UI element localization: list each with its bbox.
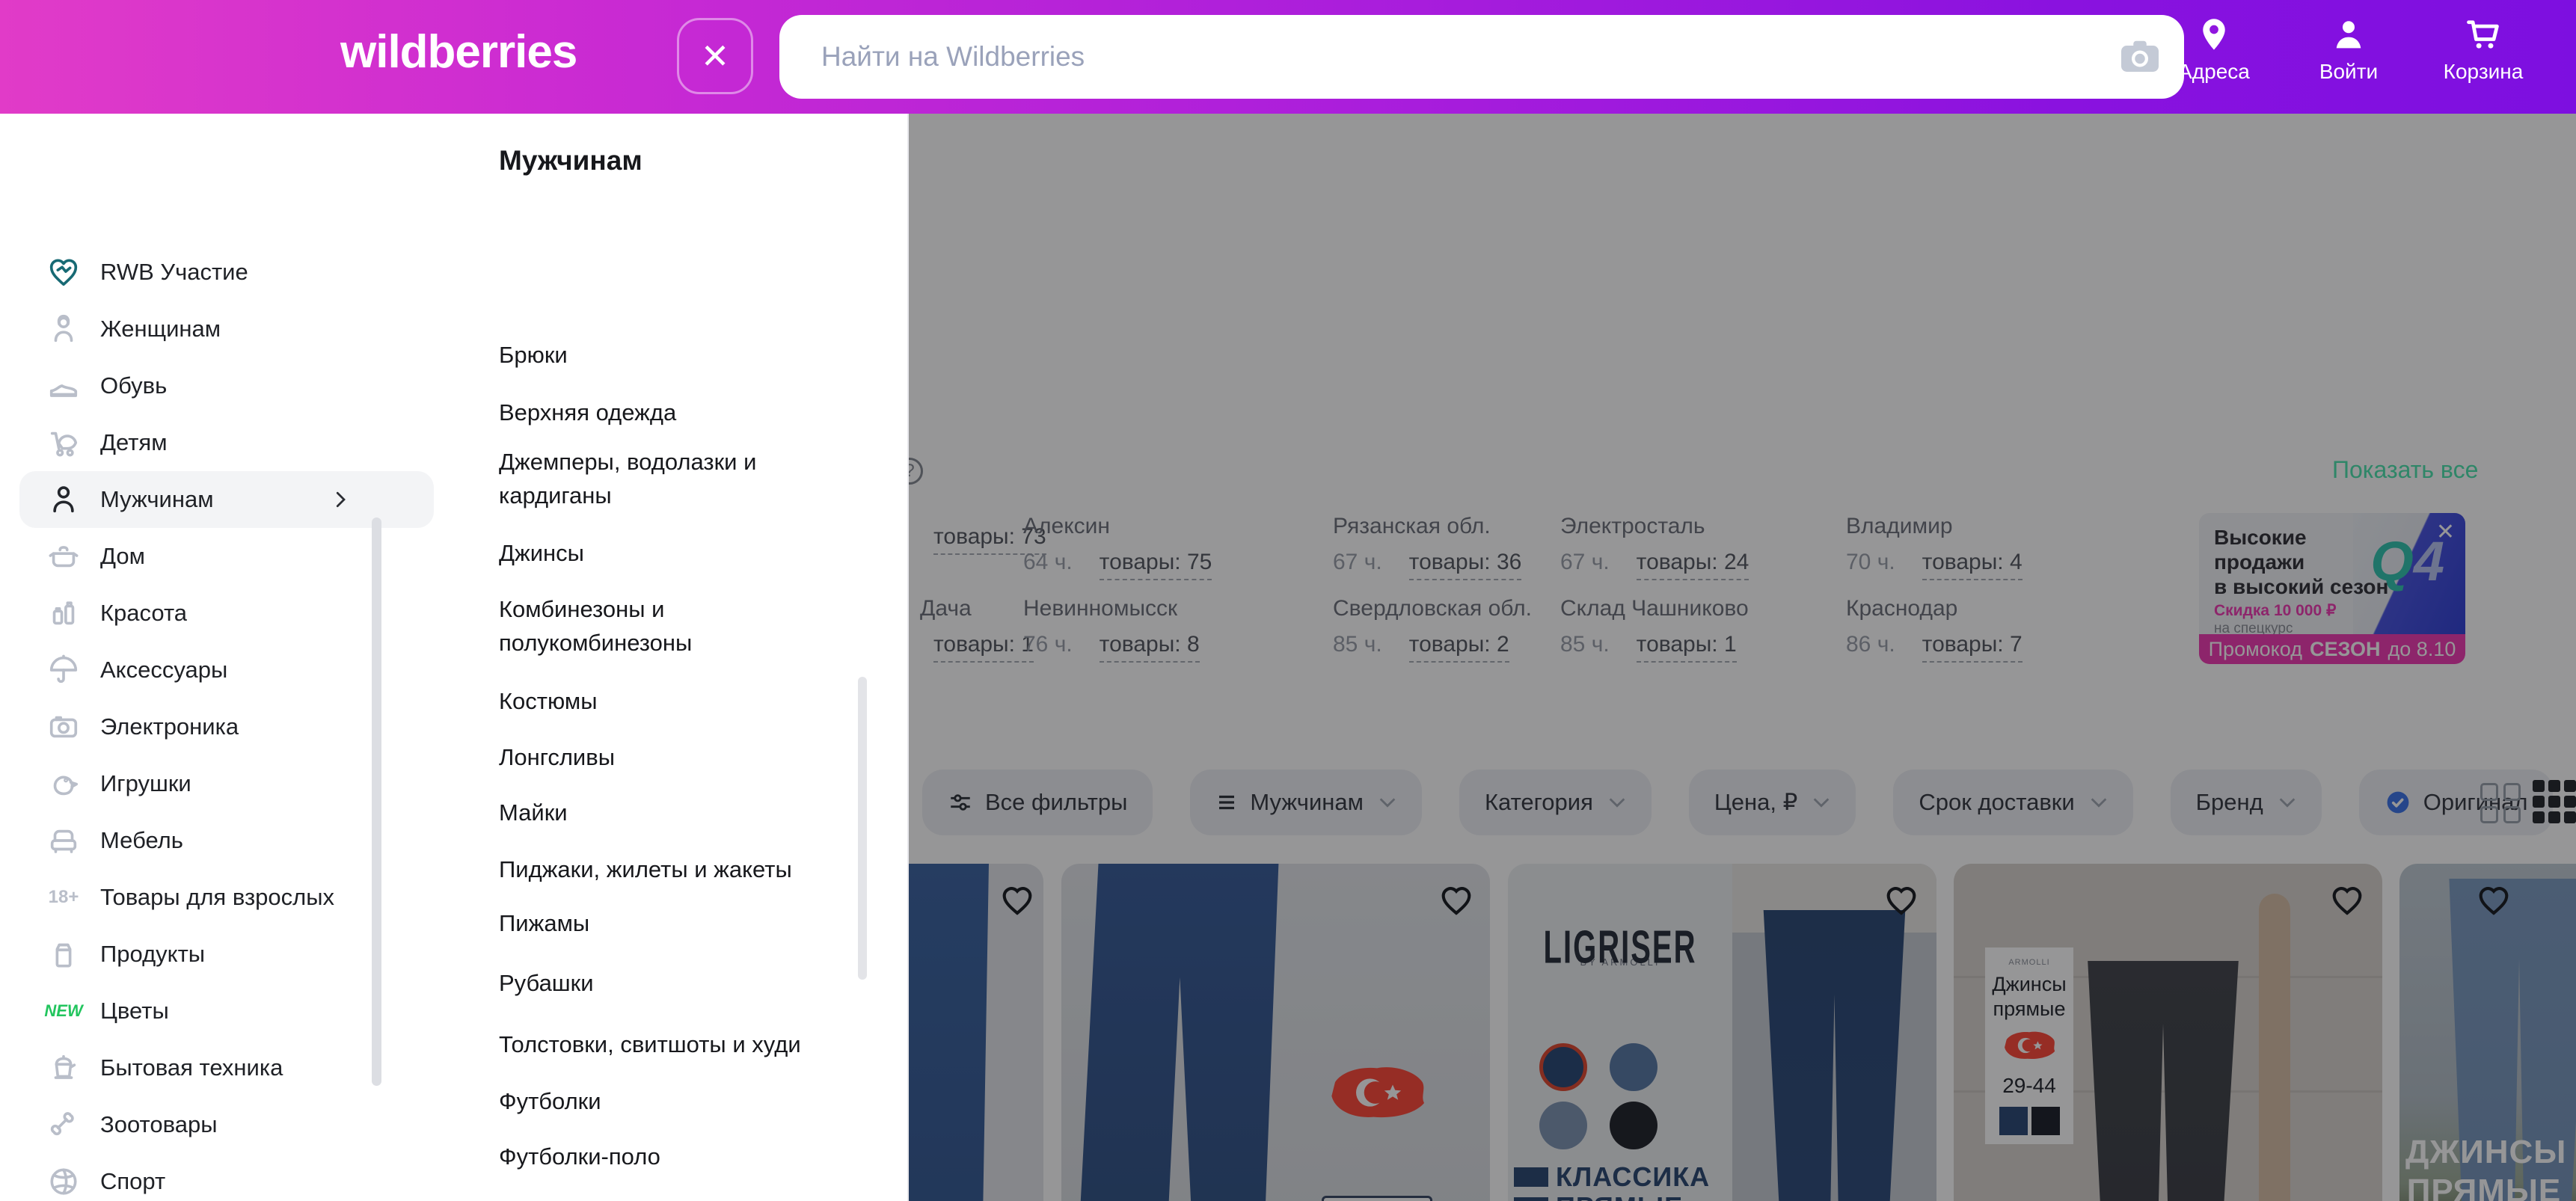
submenu-item[interactable]: Футболки bbox=[499, 1084, 858, 1118]
sidebar-scrollbar[interactable] bbox=[372, 517, 381, 1086]
cart-icon bbox=[2464, 15, 2503, 54]
18plus-icon: 18+ bbox=[46, 880, 81, 915]
nav-cart[interactable]: Корзина bbox=[2438, 15, 2528, 84]
submenu-item[interactable]: Майки bbox=[499, 796, 858, 829]
sidebar-item-rwb[interactable]: RWB Участие bbox=[0, 244, 385, 301]
submenu-item[interactable]: Рубашки bbox=[499, 966, 858, 1000]
stroller-icon bbox=[46, 426, 81, 460]
new-badge-icon: NEW bbox=[46, 994, 81, 1028]
photo-search-icon[interactable] bbox=[2117, 34, 2163, 79]
kettle-icon bbox=[46, 1051, 81, 1085]
ball-icon bbox=[46, 1164, 81, 1199]
sidebar-item-beauty[interactable]: Красота bbox=[0, 585, 385, 642]
sidebar-item-electronics[interactable]: Электроника bbox=[0, 698, 385, 755]
submenu-item[interactable]: Комбинезоны и полукомбинезоны bbox=[499, 592, 858, 660]
wildberries-page: ? Показать все товары: 73 Алексин 64 ч.т… bbox=[0, 0, 2576, 1201]
submenu-item[interactable]: Пиджаки, жилеты и жакеты bbox=[499, 853, 858, 886]
submenu-item[interactable]: Брюки bbox=[499, 338, 858, 372]
sidebar-item-groceries[interactable]: Продукты bbox=[0, 926, 385, 983]
catalog-sidebar: RWB Участие Женщинам Обувь Детям Мужчина… bbox=[0, 114, 385, 1201]
milk-icon bbox=[46, 937, 81, 971]
sidebar-item-toys[interactable]: Игрушки bbox=[0, 755, 385, 812]
bone-icon bbox=[46, 1108, 81, 1142]
header-nav: Адреса Войти Корзина bbox=[2169, 15, 2528, 84]
sidebar-item-furniture[interactable]: Мебель bbox=[0, 812, 385, 869]
sidebar-item-pets[interactable]: Зоотовары bbox=[0, 1096, 385, 1153]
submenu-item[interactable]: Джемперы, водолазки и кардиганы bbox=[499, 445, 858, 512]
sidebar-item-home[interactable]: Дом bbox=[0, 528, 385, 585]
chevron-right-icon bbox=[329, 488, 352, 511]
pot-icon bbox=[46, 539, 81, 574]
sidebar-item-shoes[interactable]: Обувь bbox=[0, 357, 385, 414]
armchair-icon bbox=[46, 823, 81, 858]
submenu-item[interactable]: Верхняя одежда bbox=[499, 396, 858, 429]
sidebar-item-adult[interactable]: 18+ Товары для взрослых bbox=[0, 869, 385, 926]
umbrella-icon bbox=[46, 653, 81, 687]
location-pin-icon bbox=[2195, 15, 2233, 54]
submenu-item[interactable]: Лонгсливы bbox=[499, 740, 858, 774]
sidebar-item-accessories[interactable]: Аксессуары bbox=[0, 642, 385, 698]
sidebar-item-women[interactable]: Женщинам bbox=[0, 301, 385, 357]
menu-close-button[interactable]: ✕ bbox=[677, 18, 753, 94]
submenu-item[interactable]: Пижамы bbox=[499, 906, 858, 940]
sidebar-item-men[interactable]: Мужчинам bbox=[0, 471, 385, 528]
wildberries-logo[interactable]: wildberries bbox=[340, 25, 577, 79]
submenu-item[interactable]: Футболки-поло bbox=[499, 1140, 858, 1173]
camera-icon bbox=[46, 710, 81, 744]
submenu-item[interactable]: Костюмы bbox=[499, 684, 858, 718]
sidebar-item-kids[interactable]: Детям bbox=[0, 414, 385, 471]
sidebar-item-sport[interactable]: Спорт bbox=[0, 1153, 385, 1201]
submenu-item[interactable]: Джинсы bbox=[499, 536, 858, 570]
submenu-scrollbar[interactable] bbox=[858, 677, 867, 980]
submenu-item[interactable]: Халаты bbox=[499, 1197, 858, 1201]
submenu-title: Мужчинам bbox=[499, 145, 643, 176]
sidebar-item-appliances[interactable]: Бытовая техника bbox=[0, 1039, 385, 1096]
dim-overlay[interactable] bbox=[909, 114, 2576, 1201]
submenu-item[interactable]: Толстовки, свитшоты и худи bbox=[499, 1028, 858, 1061]
duck-icon bbox=[46, 767, 81, 801]
man-icon bbox=[46, 482, 81, 517]
top-header: wildberries ✕ Адреса Войти Корзина bbox=[0, 0, 2576, 114]
close-icon: ✕ bbox=[701, 36, 730, 76]
nav-addresses[interactable]: Адреса bbox=[2169, 15, 2259, 84]
cosmetics-icon bbox=[46, 596, 81, 630]
sidebar-item-flowers[interactable]: NEW Цветы bbox=[0, 983, 385, 1039]
shoe-icon bbox=[46, 369, 81, 403]
rwb-heart-icon bbox=[46, 255, 81, 289]
user-icon bbox=[2329, 15, 2368, 54]
submenu-panel: Мужчинам Брюки Верхняя одежда Джемперы, … bbox=[385, 114, 909, 1201]
search-input[interactable] bbox=[821, 15, 2093, 99]
nav-login[interactable]: Войти bbox=[2304, 15, 2393, 84]
search-bar bbox=[779, 15, 2184, 99]
woman-icon bbox=[46, 312, 81, 346]
